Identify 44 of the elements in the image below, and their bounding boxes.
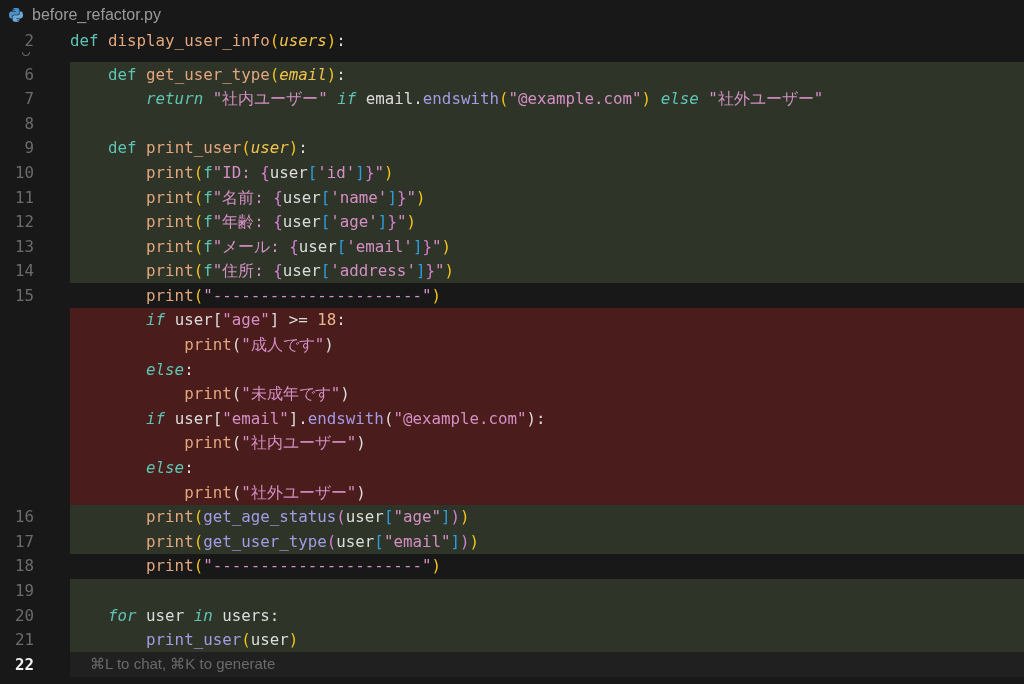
- code-line: def print_user(user):: [107, 137, 308, 160]
- code-line: return "社内ユーザー" if email.endswith("@example.com") else "社外ユーザー": [145, 88, 824, 111]
- line-number: 16: [14, 506, 34, 529]
- code-line: print("成人です"): [183, 334, 334, 357]
- code-line: if user["age"] >= 18:: [145, 309, 346, 332]
- python-icon: [8, 6, 24, 23]
- line-number: 6: [24, 63, 34, 86]
- code-line: else:: [145, 457, 194, 480]
- code-line: print("----------------------"): [145, 284, 441, 307]
- file-name: before_refactor.py: [32, 4, 161, 25]
- code-line: print(f"名前: {user['name']}"): [145, 186, 426, 209]
- line-number: 14: [14, 260, 34, 283]
- code-line: def get_user_type(email):: [107, 63, 346, 86]
- line-number: 2: [24, 30, 34, 53]
- line-number: 13: [14, 235, 34, 258]
- code-line: print("----------------------"): [145, 555, 441, 578]
- code-line: print_user(user): [145, 629, 299, 652]
- line-number: 11: [14, 186, 34, 209]
- line-number: 21: [14, 629, 34, 652]
- line-number: 17: [14, 530, 34, 553]
- line-number: 22: [14, 653, 34, 676]
- line-number: 7: [24, 88, 34, 111]
- line-number: 20: [14, 604, 34, 627]
- code-line: print("社内ユーザー"): [183, 432, 366, 455]
- line-number: 10: [14, 161, 34, 184]
- code-line: for user in users:: [107, 604, 280, 627]
- code-line: if user["email"].endswith("@example.com"):: [145, 407, 546, 430]
- code-line: print("未成年です"): [183, 383, 350, 406]
- code-line: def display_user_info(users):: [70, 30, 346, 53]
- line-number: 9: [24, 137, 34, 160]
- code-line: print(f"ID: {user['id']}"): [145, 161, 394, 184]
- line-number: 19: [14, 580, 34, 602]
- line-number: 8: [24, 112, 34, 135]
- code-line: print(f"年齢: {user['age']}"): [145, 211, 416, 234]
- inline-hint: ⌘L to chat, ⌘K to generate: [89, 654, 276, 675]
- code-line: print(f"メール: {user['email']}"): [145, 235, 451, 258]
- code-line: print(f"住所: {user['address']}"): [145, 260, 454, 283]
- line-number: 12: [14, 211, 34, 234]
- code-line: print("社外ユーザー"): [183, 481, 366, 504]
- line-number: 18: [14, 555, 34, 578]
- code-line: print(get_user_type(user["email"])): [145, 530, 479, 553]
- line-number: 15: [14, 284, 34, 307]
- code-line: else:: [145, 358, 194, 381]
- code-line: print(get_age_status(user["age"])): [145, 506, 470, 529]
